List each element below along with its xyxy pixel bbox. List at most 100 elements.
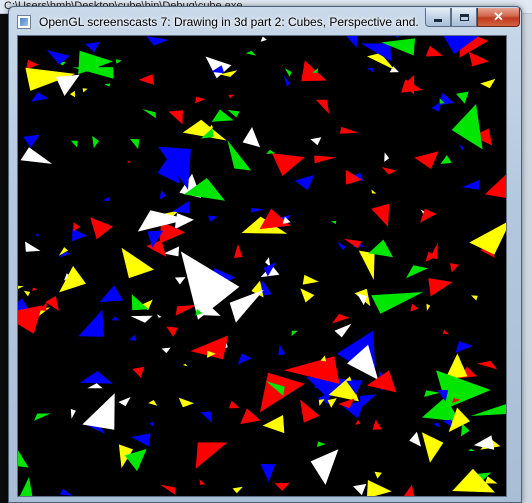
triangle-shape [130, 315, 153, 323]
triangle-shape [207, 215, 218, 222]
triangle-shape [55, 74, 80, 96]
triangle-shape [233, 243, 243, 258]
triangle-shape [440, 155, 452, 164]
triangle-shape [451, 104, 483, 150]
triangle-shape [23, 290, 31, 297]
triangle-shape [421, 432, 444, 463]
triangle-shape [242, 127, 261, 148]
triangle-shape [366, 67, 374, 73]
triangle-shape [195, 96, 206, 104]
triangle-shape [163, 246, 180, 257]
triangle-shape [284, 68, 292, 77]
triangle-shape [73, 222, 81, 232]
triangle-shape [332, 314, 350, 324]
triangle-shape [455, 341, 473, 353]
triangle-shape [461, 423, 470, 437]
triangle-shape [31, 92, 49, 102]
triangle-shape [260, 36, 267, 42]
triangle-shape [251, 207, 265, 213]
console-scrollbar[interactable] [522, 14, 532, 503]
triangle-shape [25, 241, 41, 252]
maximize-button[interactable] [451, 8, 477, 27]
triangle-shape [160, 484, 176, 495]
triangle-shape [138, 74, 154, 85]
opengl-window: OpenGL screenscasts 7: Drawing in 3d par… [8, 6, 522, 503]
triangle-shape [266, 149, 276, 154]
minimize-button[interactable] [425, 8, 451, 27]
triangle-shape [142, 109, 156, 119]
triangle-shape [410, 303, 419, 312]
triangle-shape [237, 353, 252, 365]
triangle-shape [339, 126, 359, 134]
triangle-shape [180, 251, 240, 320]
triangle-shape [343, 238, 362, 249]
triangle-shape [18, 450, 29, 468]
triangle-shape [318, 399, 325, 406]
triangle-shape [468, 51, 490, 67]
triangle-shape [320, 355, 327, 362]
triangle-shape [159, 190, 167, 200]
triangle-shape [374, 471, 382, 479]
triangle-shape [358, 250, 375, 280]
triangle-shape [131, 433, 151, 447]
triangle-shape [146, 240, 167, 257]
triangle-shape [161, 347, 171, 354]
triangle-shape [78, 309, 105, 337]
triangle-shape [414, 151, 439, 169]
triangle-shape [130, 139, 140, 150]
triangle-shape [92, 135, 99, 149]
triangle-shape [229, 289, 264, 323]
triangle-shape [456, 91, 469, 104]
triangle-shape [70, 408, 76, 419]
triangle-shape [104, 83, 111, 87]
triangle-shape [302, 274, 319, 285]
triangle-shape [69, 90, 75, 98]
triangle-shape [317, 441, 326, 448]
triangle-shape [291, 330, 298, 337]
triangle-shape [174, 277, 186, 285]
triangle-shape [46, 50, 70, 65]
triangle-shape [99, 285, 124, 303]
triangle-shape [195, 442, 228, 469]
title-bar[interactable]: OpenGL screenscasts 7: Drawing in 3d par… [9, 7, 521, 35]
triangle-shape [82, 393, 115, 430]
triangle-shape [118, 397, 131, 407]
triangle-shape [301, 60, 327, 82]
triangle-shape [480, 78, 496, 89]
triangle-shape [59, 266, 86, 293]
triangle-shape [470, 404, 506, 416]
maximize-icon [459, 13, 469, 21]
triangle-shape [485, 476, 498, 484]
triangle-shape [20, 147, 53, 164]
triangle-shape [18, 285, 24, 290]
triangle-shape [227, 140, 252, 171]
triangle-shape [381, 167, 397, 175]
app-icon[interactable] [17, 15, 31, 29]
close-button[interactable]: ✕ [477, 8, 520, 27]
triangle-shape [90, 217, 114, 240]
triangle-shape [111, 316, 120, 321]
triangle-shape [484, 174, 506, 198]
triangle-shape [82, 88, 88, 93]
render-canvas[interactable] [17, 35, 507, 497]
triangle-shape [115, 59, 122, 64]
triangle-shape [19, 477, 33, 496]
triangle-shape [403, 484, 415, 496]
triangle-shape [426, 303, 431, 311]
minimize-icon [434, 18, 442, 22]
triangle-shape [35, 233, 40, 237]
triangle-shape [178, 397, 194, 408]
triangle-shape [87, 383, 103, 389]
triangle-shape [157, 314, 162, 318]
triangle-scene [18, 36, 506, 496]
triangle-shape [284, 75, 291, 87]
triangle-shape [432, 422, 441, 428]
console-body [0, 14, 8, 503]
triangle-shape [459, 144, 464, 151]
triangle-shape [172, 201, 190, 214]
close-icon: ✕ [493, 9, 504, 24]
triangle-shape [409, 431, 421, 447]
triangle-shape [227, 110, 240, 118]
triangle-shape [245, 50, 256, 56]
triangle-shape [260, 463, 276, 482]
